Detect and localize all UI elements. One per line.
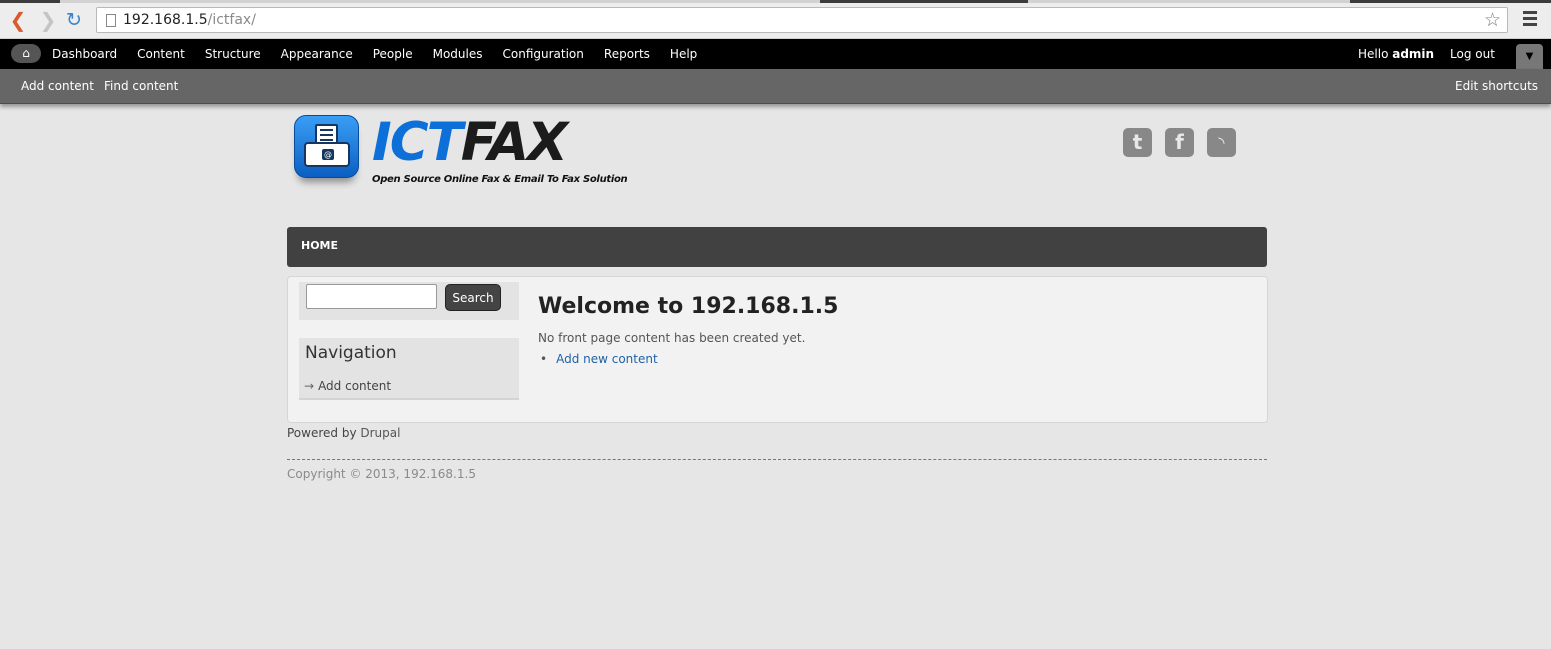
url-text: 192.168.1.5/ictfax/ <box>123 12 256 28</box>
admin-item-content[interactable]: Content <box>137 39 185 69</box>
empty-message: No front page content has been created y… <box>538 331 806 345</box>
admin-item-appearance[interactable]: Appearance <box>281 39 353 69</box>
navigation-block: Navigation → Add content <box>299 338 519 400</box>
url-host: 192.168.1.5 <box>123 12 208 28</box>
admin-item-modules[interactable]: Modules <box>433 39 483 69</box>
menu-item-home[interactable]: HOME <box>301 227 338 265</box>
admin-item-people[interactable]: People <box>373 39 413 69</box>
back-icon[interactable]: ❮ <box>8 9 28 31</box>
greeting-prefix: Hello <box>1358 47 1393 61</box>
search-button[interactable]: Search <box>445 284 501 311</box>
rss-icon[interactable]: ◝ <box>1207 128 1236 157</box>
bookmark-star-icon[interactable]: ☆ <box>1484 9 1501 31</box>
search-input[interactable] <box>306 284 437 309</box>
site-logo[interactable]: ICTFAX <box>372 111 568 175</box>
logo-fax-icon[interactable]: @ <box>294 115 359 178</box>
admin-toolbar: ⌂ Dashboard Content Structure Appearance… <box>0 39 1551 69</box>
admin-item-dashboard[interactable]: Dashboard <box>52 39 117 69</box>
shortcut-add-content[interactable]: Add content <box>21 69 94 103</box>
copyright-text: Copyright © 2013, 192.168.1.5 <box>287 467 476 481</box>
reload-icon[interactable]: ↻ <box>64 9 84 31</box>
navigation-link-label: Add content <box>318 379 392 393</box>
home-icon[interactable]: ⌂ <box>11 44 41 63</box>
drupal-link[interactable]: Drupal <box>360 426 400 440</box>
logo-text-ict: ICT <box>372 112 463 173</box>
search-block: Search <box>299 282 519 320</box>
drawer-toggle-icon[interactable]: ▼ <box>1516 44 1543 69</box>
add-new-item: • Add new content <box>540 352 658 366</box>
admin-item-configuration[interactable]: Configuration <box>503 39 584 69</box>
admin-menu: Dashboard Content Structure Appearance P… <box>52 39 717 69</box>
content-region: Search Navigation → Add content Welcome t… <box>287 276 1268 423</box>
logo-text-fax: FAX <box>460 112 568 173</box>
navigation-title: Navigation <box>305 343 397 363</box>
arrow-right-icon: → <box>304 379 315 393</box>
logout-link[interactable]: Log out <box>1450 39 1495 69</box>
powered-by: Powered by Drupal <box>287 426 400 440</box>
add-new-content-link[interactable]: Add new content <box>556 352 658 366</box>
admin-item-structure[interactable]: Structure <box>205 39 261 69</box>
browser-menu-icon[interactable] <box>1519 9 1541 29</box>
page-icon <box>106 14 116 27</box>
admin-item-reports[interactable]: Reports <box>604 39 650 69</box>
tab-strip <box>0 0 1551 3</box>
page-title: Welcome to 192.168.1.5 <box>538 294 839 319</box>
shortcut-bar: Add content Find content Edit shortcuts <box>0 69 1551 104</box>
footer-divider <box>287 459 1267 460</box>
main-menu: HOME <box>287 227 1267 267</box>
site-slogan: Open Source Online Fax & Email To Fax So… <box>372 174 628 185</box>
shortcut-find-content[interactable]: Find content <box>104 69 178 103</box>
browser-toolbar: ❮ ❯ ↻ 192.168.1.5/ictfax/ ☆ <box>0 0 1551 39</box>
user-greeting: Hello admin <box>1358 39 1434 69</box>
forward-icon[interactable]: ❯ <box>38 9 58 31</box>
powered-prefix: Powered by <box>287 426 361 440</box>
edit-shortcuts-link[interactable]: Edit shortcuts <box>1455 69 1538 103</box>
admin-item-help[interactable]: Help <box>670 39 697 69</box>
twitter-icon[interactable]: t <box>1123 128 1152 157</box>
facebook-icon[interactable]: f <box>1165 128 1194 157</box>
username-link[interactable]: admin <box>1392 47 1434 61</box>
address-bar[interactable]: 192.168.1.5/ictfax/ ☆ <box>96 7 1508 33</box>
navigation-add-content[interactable]: → Add content <box>304 379 391 393</box>
url-path: /ictfax/ <box>207 12 256 28</box>
